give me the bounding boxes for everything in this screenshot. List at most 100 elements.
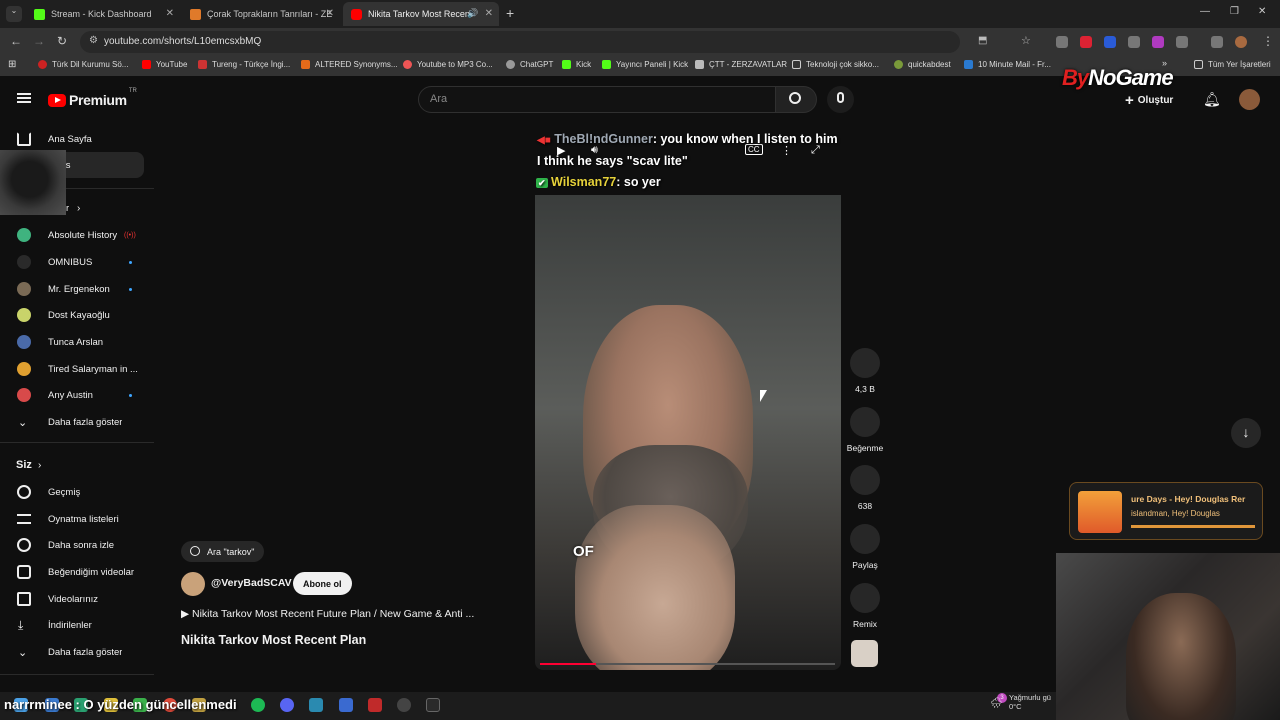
- notifications-bell-icon[interactable]: 🔔︎: [1203, 91, 1221, 108]
- sidebar-item-history[interactable]: Geçmiş: [0, 479, 154, 505]
- weather-widget[interactable]: Yağmurlu gü 0°C: [1009, 693, 1051, 711]
- sidebar-item-watch-later[interactable]: Daha sonra izle: [0, 532, 154, 558]
- extension-icon[interactable]: [1080, 36, 1092, 48]
- subscribe-button[interactable]: Abone ol: [293, 572, 352, 595]
- subscription-item[interactable]: Any Austin: [0, 382, 154, 408]
- all-bookmarks-folder[interactable]: Tüm Yer İşaretleri: [1194, 60, 1271, 69]
- thumbs-up-icon: [850, 348, 880, 378]
- next-short-button[interactable]: ↓: [1231, 418, 1261, 448]
- install-app-icon[interactable]: ⬒: [978, 35, 987, 46]
- create-button[interactable]: + Oluştur: [1125, 88, 1173, 112]
- subscription-item[interactable]: Mr. Ergenekon: [0, 276, 154, 302]
- site-info-icon[interactable]: ⚙: [89, 35, 98, 46]
- taskbar-app-icon[interactable]: [339, 698, 353, 712]
- playlist-link[interactable]: ▶ Nikita Tarkov Most Recent Future Plan …: [181, 608, 474, 620]
- terminal-icon[interactable]: [426, 698, 440, 712]
- menu-icon[interactable]: [17, 93, 31, 103]
- subscription-item[interactable]: Tunca Arslan: [0, 329, 154, 355]
- sidebar-item-playlists[interactable]: Oynatma listeleri: [0, 506, 154, 532]
- profile-avatar[interactable]: [1235, 36, 1247, 48]
- address-bar[interactable]: ⚙ youtube.com/shorts/L10emcsxbMQ ⬒ ☆: [80, 31, 1031, 53]
- bookmark-item[interactable]: quickabdest: [894, 60, 951, 69]
- extension-icon[interactable]: [1128, 36, 1140, 48]
- voice-search-button[interactable]: [827, 86, 854, 113]
- account-avatar[interactable]: [1239, 89, 1260, 110]
- bookmark-item[interactable]: ÇTT - ZERZAVATLAR: [695, 60, 787, 69]
- pdf-icon[interactable]: [368, 698, 382, 712]
- bookmark-item[interactable]: Yayıncı Paneli | Kick: [602, 60, 688, 69]
- sidebar-item-your-videos[interactable]: Videolarınız: [0, 586, 154, 612]
- channel-avatar[interactable]: [181, 572, 205, 596]
- search-input[interactable]: Ara: [418, 86, 776, 113]
- sidebar-item-downloads[interactable]: ⤓ İndirilenler: [0, 612, 154, 638]
- bookmark-star-icon[interactable]: ☆: [1021, 34, 1031, 47]
- shorts-video-player[interactable]: OF ▶ 🔊︎ CC ⋮ ⤢: [535, 122, 841, 670]
- close-icon[interactable]: ✕: [485, 8, 493, 19]
- close-icon[interactable]: ✕: [326, 8, 334, 19]
- sidebar-item-liked-videos[interactable]: Beğendiğim videolar: [0, 559, 154, 585]
- bookmark-folder[interactable]: Teknoloji çok sikko...: [792, 60, 879, 69]
- tab-search-icon[interactable]: [1211, 36, 1223, 48]
- kick-favicon: [34, 8, 45, 20]
- you-section-header[interactable]: Siz ›: [0, 452, 154, 478]
- new-tab-button[interactable]: +: [506, 5, 514, 21]
- show-more-subscriptions[interactable]: ⌄ Daha fazla göster: [0, 409, 154, 435]
- subscription-item[interactable]: OMNIBUS: [0, 249, 154, 275]
- bookmark-item[interactable]: Tureng - Türkçe İngi...: [198, 60, 290, 69]
- dislike-button[interactable]: Beğenme: [843, 407, 887, 453]
- like-button[interactable]: 4,3 B: [843, 348, 887, 394]
- video-progress-bar[interactable]: [540, 663, 835, 665]
- maximize-button[interactable]: ❐: [1230, 6, 1239, 17]
- video-title[interactable]: Nikita Tarkov Most Recent Plan: [181, 633, 366, 647]
- apps-grid-icon[interactable]: ⊞: [8, 59, 16, 70]
- bookmark-item[interactable]: ALTERED Synonyms...: [301, 60, 398, 69]
- back-icon[interactable]: ←: [10, 34, 22, 48]
- extension-icon[interactable]: [1056, 36, 1068, 48]
- tab-search-button[interactable]: ⌄: [6, 6, 22, 22]
- spotify-icon[interactable]: [251, 698, 265, 712]
- tab-kick-dashboard[interactable]: Stream - Kick Dashboard ✕: [26, 2, 180, 26]
- weather-icon[interactable]: 🌧︎: [990, 698, 1003, 709]
- comments-button[interactable]: 638: [843, 465, 887, 511]
- bookmark-favicon: [198, 60, 207, 69]
- show-more-you[interactable]: ⌄ Daha fazla göster: [0, 639, 154, 665]
- close-window-button[interactable]: ✕: [1258, 6, 1266, 17]
- bookmark-item[interactable]: 10 Minute Mail - Fr...: [964, 60, 1051, 69]
- taskbar-app-icon[interactable]: [309, 698, 323, 712]
- live-icon: ((•)): [124, 231, 136, 239]
- bookmark-item[interactable]: Youtube to MP3 Co...: [403, 60, 493, 69]
- subscription-item[interactable]: Absolute History ((•)): [0, 222, 154, 248]
- subscription-item[interactable]: Dost Kayaoğlu: [0, 302, 154, 328]
- browser-menu-icon[interactable]: ⋮: [1262, 34, 1274, 48]
- extension-icon[interactable]: [1152, 36, 1164, 48]
- search-button[interactable]: [775, 86, 817, 113]
- sidebar-item-home[interactable]: Ana Sayfa: [0, 126, 154, 152]
- bookmark-item[interactable]: YouTube: [142, 60, 187, 69]
- tab-nikita-tarkov[interactable]: Nikita Tarkov Most Recent 🔊 ✕: [343, 2, 499, 26]
- share-icon: [850, 524, 880, 554]
- reload-icon[interactable]: ↻: [57, 34, 67, 48]
- video-caption: OF: [573, 543, 594, 560]
- sound-source-thumbnail[interactable]: [851, 640, 878, 667]
- youtube-premium-logo[interactable]: Premium TR: [48, 88, 137, 108]
- discord-icon[interactable]: [280, 698, 294, 712]
- bookmark-item[interactable]: ChatGPT: [506, 60, 553, 69]
- minimize-button[interactable]: —: [1200, 6, 1210, 17]
- forward-icon[interactable]: →: [33, 34, 45, 48]
- browser-toolbar: ← → ↻ ⚙ youtube.com/shorts/L10emcsxbMQ ⬒…: [0, 28, 1280, 56]
- subscription-item[interactable]: Tired Salaryman in ...: [0, 356, 154, 382]
- bookmark-item[interactable]: Kick: [562, 60, 591, 69]
- extension-icon[interactable]: [1104, 36, 1116, 48]
- channel-avatar: [17, 308, 31, 322]
- audio-playing-icon[interactable]: 🔊: [467, 8, 478, 19]
- bookmark-item[interactable]: Türk Dil Kurumu Sö...: [38, 60, 128, 69]
- obs-icon[interactable]: [397, 698, 411, 712]
- tab-corak-topraklar[interactable]: Çorak Toprakların Tanrıları - ZE ✕: [182, 2, 340, 26]
- new-content-dot: [129, 260, 132, 264]
- remix-button[interactable]: Remix: [843, 583, 887, 629]
- channel-name[interactable]: @VeryBadSCAV: [211, 577, 292, 589]
- close-icon[interactable]: ✕: [166, 8, 174, 19]
- extensions-puzzle-icon[interactable]: [1176, 36, 1188, 48]
- search-chip[interactable]: Ara "tarkov": [181, 541, 265, 562]
- share-button[interactable]: Paylaş: [843, 524, 887, 570]
